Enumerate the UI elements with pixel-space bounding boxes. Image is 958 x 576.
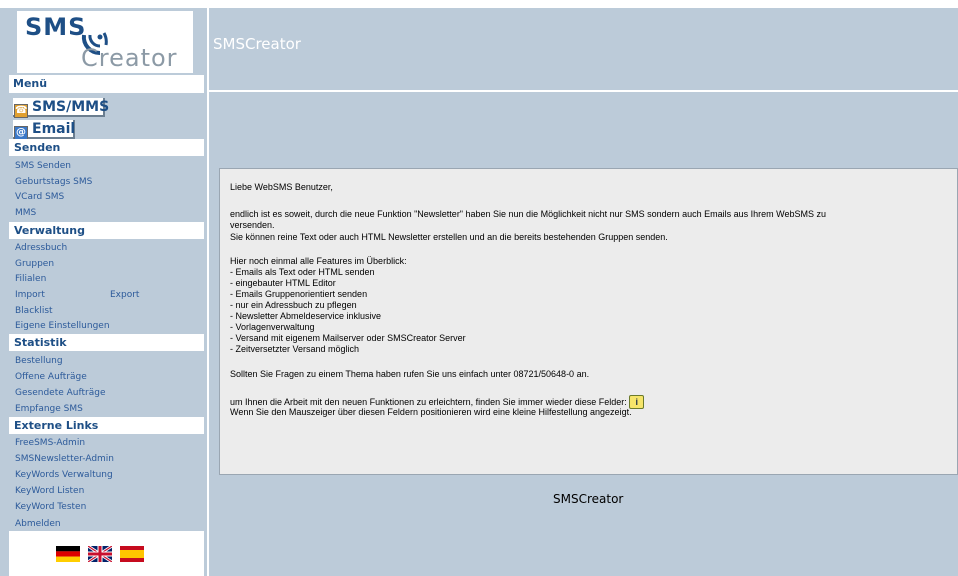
- link-empfange-sms[interactable]: Empfange SMS: [15, 403, 83, 415]
- feature-item: - Versand mit eigenem Mailserver oder SM…: [230, 333, 466, 343]
- link-keyword-testen[interactable]: KeyWord Testen: [15, 501, 86, 513]
- feature-item: - Newsletter Abmeldeservice inklusive: [230, 311, 382, 321]
- para1-line2: versenden.: [230, 220, 275, 230]
- phone-icon: ☎: [14, 104, 28, 118]
- page-header: SMSCreator: [209, 8, 958, 90]
- page-title: SMSCreator: [213, 35, 301, 53]
- german-flag-icon[interactable]: [56, 546, 80, 562]
- link-vcard-sms[interactable]: VCard SMS: [15, 191, 64, 203]
- section-senden: Senden: [9, 139, 204, 156]
- spanish-flag-icon[interactable]: [120, 546, 144, 562]
- uk-flag-icon[interactable]: [88, 546, 112, 562]
- link-sms-senden[interactable]: SMS Senden: [15, 160, 71, 172]
- help-line1-text: um Ihnen die Arbeit mit den neuen Funkti…: [230, 397, 627, 407]
- link-freesms-admin[interactable]: FreeSMS-Admin: [15, 437, 85, 449]
- link-keyword-listen[interactable]: KeyWord Listen: [15, 485, 84, 497]
- help-line2: Wenn Sie den Mauszeiger über diesen Feld…: [230, 407, 632, 417]
- section-externe-links: Externe Links: [9, 417, 204, 434]
- link-abmelden[interactable]: Abmelden: [15, 518, 61, 530]
- link-gruppen[interactable]: Gruppen: [15, 258, 54, 270]
- link-bestellung[interactable]: Bestellung: [15, 355, 63, 367]
- section-statistik: Statistik: [9, 334, 204, 351]
- link-keywords-verwaltung[interactable]: KeyWords Verwaltung: [15, 469, 113, 481]
- email-label: Email: [32, 121, 76, 137]
- link-adressbuch[interactable]: Adressbuch: [15, 242, 67, 254]
- greeting: Liebe WebSMS Benutzer,: [230, 182, 333, 192]
- sms-mms-button[interactable]: ☎ SMS/MMS: [13, 98, 109, 118]
- feature-item: - Zeitversetzter Versand möglich: [230, 344, 360, 354]
- link-eigene-einstellungen[interactable]: Eigene Einstellungen: [15, 320, 110, 332]
- feature-item: - Emails Gruppenorientiert senden: [230, 289, 368, 299]
- sms-mms-label: SMS/MMS: [32, 99, 110, 115]
- link-filialen[interactable]: Filialen: [15, 273, 46, 285]
- feature-item: - nur ein Adressbuch zu pflegen: [230, 300, 357, 310]
- feature-item: - Emails als Text oder HTML senden: [230, 267, 375, 277]
- menu-heading: Menü: [9, 75, 204, 93]
- newsletter-announcement: Liebe WebSMS Benutzer, endlich ist es so…: [219, 168, 958, 475]
- footer-title: SMSCreator: [553, 492, 624, 506]
- sidebar: SMS Creator Menü ☎ SMS/MMS @ Email Senden …: [0, 8, 207, 576]
- feature-item: - eingebauter HTML Editor: [230, 278, 336, 288]
- para1-line1: endlich ist es soweit, durch die neue Fu…: [230, 209, 827, 219]
- link-offene-auftraege[interactable]: Offene Aufträge: [15, 371, 87, 383]
- logo-text-creator: Creator: [81, 44, 178, 72]
- questions-text: Sollten Sie Fragen zu einem Thema haben …: [230, 369, 590, 379]
- email-button[interactable]: @ Email: [13, 120, 76, 140]
- link-mms[interactable]: MMS: [15, 207, 36, 219]
- logo[interactable]: SMS Creator: [17, 11, 193, 73]
- link-geburtstags-sms[interactable]: Geburtstags SMS: [15, 176, 92, 188]
- link-smsnewsletter-admin[interactable]: SMSNewsletter-Admin: [15, 453, 114, 465]
- logo-text-sms: SMS: [25, 13, 87, 41]
- language-flags: [9, 531, 204, 576]
- link-export[interactable]: Export: [110, 289, 139, 301]
- features-title: Hier noch einmal alle Features im Überbl…: [230, 256, 407, 266]
- link-blacklist[interactable]: Blacklist: [15, 305, 53, 317]
- at-icon: @: [14, 126, 28, 140]
- para1-line3: Sie können reine Text oder auch HTML New…: [230, 232, 668, 242]
- link-gesendete-auftraege[interactable]: Gesendete Aufträge: [15, 387, 105, 399]
- feature-item: - Vorlagenverwaltung: [230, 322, 315, 332]
- section-verwaltung: Verwaltung: [9, 222, 204, 239]
- link-import[interactable]: Import: [15, 289, 45, 301]
